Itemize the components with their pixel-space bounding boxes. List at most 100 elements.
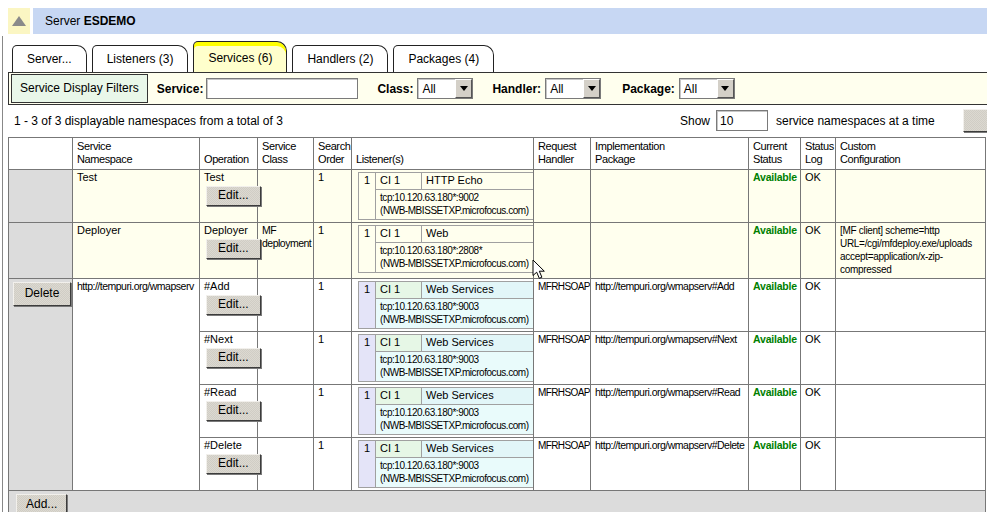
table-footer: Add... bbox=[9, 491, 986, 512]
operation-cell: #DeleteEdit... bbox=[200, 438, 258, 491]
operation-cell: #Next Edit... bbox=[200, 332, 258, 385]
service-class-cell bbox=[258, 170, 314, 223]
implementation-cell bbox=[591, 223, 749, 279]
custom-config-cell bbox=[836, 279, 986, 332]
tab-listeners[interactable]: Listeners (3) bbox=[92, 45, 189, 73]
listener-ci: CI 1 bbox=[376, 335, 422, 352]
tab-server[interactable]: Server... bbox=[12, 45, 87, 73]
listener-box: 1 CI 1 Web Services tcp:10.120.63.180*:9… bbox=[358, 334, 534, 382]
tab-handlers[interactable]: Handlers (2) bbox=[292, 45, 388, 73]
header-status-log: Status Log bbox=[801, 138, 836, 170]
class-filter-label: Class: bbox=[377, 82, 413, 96]
listener-box: 1 CI 1 HTTP Echo tcp:10.120.63.180*:9002… bbox=[358, 172, 534, 220]
listener-box: 1 CI 1 Web tcp:10.120.63.180*:2808*(NWB-… bbox=[358, 225, 534, 273]
implementation-cell: http://tempuri.org/wmapserv#Delete bbox=[591, 438, 749, 491]
edit-button[interactable]: Edit... bbox=[206, 239, 261, 259]
show-suffix: service namespaces at a time bbox=[776, 114, 935, 128]
service-class-cell bbox=[258, 332, 314, 385]
services-table: Service Namespace Operation Service Clas… bbox=[8, 137, 986, 512]
status-log-cell: OK bbox=[801, 223, 836, 279]
operation-name: #Next bbox=[204, 333, 233, 345]
operation-cell: #ReadEdit... bbox=[200, 385, 258, 438]
mouse-cursor bbox=[532, 259, 546, 280]
package-filter-select[interactable]: All bbox=[679, 78, 735, 99]
service-class-cell bbox=[258, 438, 314, 491]
listener-number: 1 bbox=[359, 388, 376, 435]
package-filter-value: All bbox=[680, 79, 717, 98]
set-button-partial[interactable] bbox=[963, 109, 987, 132]
namespace-cell: Test bbox=[73, 170, 200, 223]
request-handler-cell: MFRHSOAP bbox=[534, 332, 591, 385]
status-log-cell: OK bbox=[801, 438, 836, 491]
listeners-cell: 1 CI 1 Web Services tcp:10.120.63.180*:9… bbox=[352, 332, 534, 385]
service-filter-input[interactable] bbox=[206, 78, 358, 99]
edit-button[interactable]: Edit... bbox=[206, 454, 261, 474]
listener-box: 1 CI 1 Web Services tcp:10.120.63.180*:9… bbox=[358, 387, 534, 435]
header-request-handler: Request Handler bbox=[534, 138, 591, 170]
current-status-cell: Available bbox=[749, 332, 801, 385]
service-class-cell: MF deployment bbox=[258, 223, 314, 279]
collapse-button[interactable] bbox=[8, 8, 30, 34]
edit-button[interactable]: Edit... bbox=[206, 295, 261, 315]
status-log-cell: OK bbox=[801, 170, 836, 223]
tab-bar: Server... Listeners (3) Services (6) Han… bbox=[12, 43, 494, 73]
handler-filter-value: All bbox=[546, 79, 583, 98]
service-class-cell bbox=[258, 279, 314, 332]
edit-button[interactable]: Edit... bbox=[206, 186, 261, 206]
listener-address: tcp:10.120.63.180*:9003(NWB-MBISSETXP.mi… bbox=[376, 458, 534, 488]
search-order-cell: 1 bbox=[314, 279, 352, 332]
listener-type: Web bbox=[422, 226, 534, 243]
delete-button[interactable]: Delete bbox=[13, 282, 71, 306]
operation-name: #Add bbox=[204, 280, 230, 292]
header-actions bbox=[9, 138, 73, 170]
status-log-cell: OK bbox=[801, 385, 836, 438]
handler-filter-label: Handler: bbox=[492, 82, 541, 96]
listener-type: Web Services bbox=[422, 282, 534, 299]
class-filter-select[interactable]: All bbox=[417, 78, 473, 99]
status-log-cell: OK bbox=[801, 332, 836, 385]
search-order-cell: 1 bbox=[314, 438, 352, 491]
header-search-order: Search Order bbox=[314, 138, 352, 170]
edit-button[interactable]: Edit... bbox=[206, 401, 261, 421]
tab-services[interactable]: Services (6) bbox=[193, 41, 287, 73]
listener-number: 1 bbox=[359, 226, 376, 273]
show-label: Show bbox=[680, 114, 710, 128]
edit-button[interactable]: Edit... bbox=[206, 348, 261, 368]
triangle-up-icon bbox=[12, 16, 26, 26]
class-dropdown-button[interactable] bbox=[455, 79, 472, 98]
actions-cell bbox=[9, 223, 73, 279]
request-handler-cell bbox=[534, 170, 591, 223]
handler-dropdown-button[interactable] bbox=[583, 79, 600, 98]
listener-address: tcp:10.120.63.180*:9003(NWB-MBISSETXP.mi… bbox=[376, 352, 534, 382]
show-count-input[interactable] bbox=[716, 110, 768, 131]
table-row: Delete http://tempuri.org/wmapserv #AddE… bbox=[9, 279, 986, 332]
service-class-cell bbox=[258, 385, 314, 438]
operation-cell: DeployerEdit... bbox=[200, 223, 258, 279]
listener-number: 1 bbox=[359, 335, 376, 382]
server-title: Server ESDEMO bbox=[33, 8, 987, 34]
listeners-cell: 1 CI 1 Web Services tcp:10.120.63.180*:9… bbox=[352, 438, 534, 491]
service-filter-label: Service: bbox=[157, 82, 204, 96]
actions-cell bbox=[9, 170, 73, 223]
request-handler-cell: MFRHSOAP bbox=[534, 279, 591, 332]
current-status-cell: Available bbox=[749, 170, 801, 223]
handler-filter-select[interactable]: All bbox=[545, 78, 601, 99]
tab-packages[interactable]: Packages (4) bbox=[393, 45, 494, 73]
current-status-cell: Available bbox=[749, 438, 801, 491]
page: Server ESDEMO Server... Listeners (3) Se… bbox=[0, 0, 987, 512]
listener-ci: CI 1 bbox=[376, 441, 422, 458]
header-service-namespace: Service Namespace bbox=[73, 138, 200, 170]
add-button[interactable]: Add... bbox=[16, 494, 67, 512]
listeners-cell: 1 CI 1 Web tcp:10.120.63.180*:2808*(NWB-… bbox=[352, 223, 534, 279]
listener-box: 1 CI 1 Web Services tcp:10.120.63.180*:9… bbox=[358, 281, 534, 329]
request-handler-cell: MFRHSOAP bbox=[534, 438, 591, 491]
listener-type: HTTP Echo bbox=[422, 173, 534, 190]
results-summary: 1 - 3 of 3 displayable namespaces from a… bbox=[14, 114, 283, 128]
implementation-cell bbox=[591, 170, 749, 223]
header-operation: Operation bbox=[200, 138, 258, 170]
search-order-cell: 1 bbox=[314, 170, 352, 223]
request-handler-cell: MFRHSOAP bbox=[534, 385, 591, 438]
header-implementation-package: Implementation Package bbox=[591, 138, 749, 170]
package-dropdown-button[interactable] bbox=[717, 79, 734, 98]
title-bar: Server ESDEMO bbox=[8, 8, 987, 34]
